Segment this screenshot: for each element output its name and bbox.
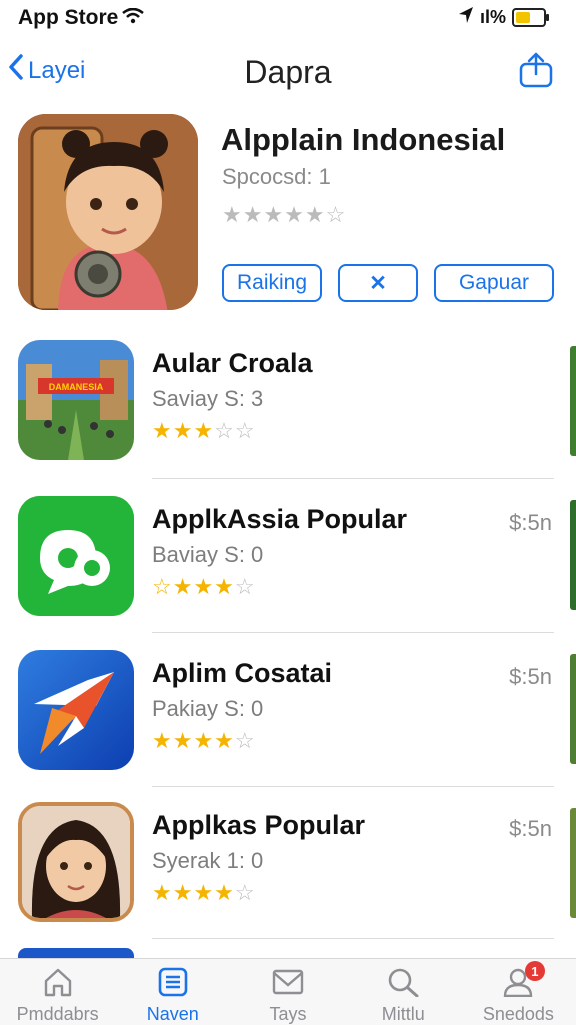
location-icon <box>458 6 474 29</box>
nav-bar: Layei Dapra <box>0 44 576 104</box>
edge-peek <box>570 346 576 456</box>
list-item[interactable]: Aplim Cosatai Pakiay S: 0 ★★★★☆ $:5n <box>18 650 576 780</box>
stars-filled: ★★★★ <box>152 728 235 753</box>
divider <box>152 938 554 939</box>
stars-empty: ☆☆ <box>214 418 256 443</box>
tab-label: Tays <box>269 1004 307 1024</box>
divider <box>152 632 554 633</box>
app-icon-green-chat <box>18 496 134 616</box>
app-meta: Pakiay S: 0 <box>152 696 264 721</box>
stars-empty: ☆ <box>234 574 256 599</box>
app-name: Aular Croala <box>152 348 313 378</box>
list-item[interactable]: DAMANESIA Aular Croala Saviay S: 3 ★★★☆☆ <box>18 340 576 470</box>
wifi-icon <box>122 7 144 29</box>
tab-tays[interactable]: Tays <box>230 959 345 1025</box>
app-icon-festival: DAMANESIA <box>18 340 134 460</box>
list-item[interactable]: ApplkAssia Popular Baviay S: 0 ☆★★★☆ $:5… <box>18 496 576 626</box>
app-icon-portrait <box>18 802 134 922</box>
festival-banner-text: DAMANESIA <box>49 382 104 392</box>
app-rating-stars: ★★★★☆ <box>152 728 256 754</box>
app-price[interactable]: $:5n <box>509 510 552 536</box>
featured-rating-stars: ★★★★★☆ <box>222 202 347 227</box>
tab-label: Mittlu <box>381 1004 425 1024</box>
stars-empty: ☆ <box>234 880 256 905</box>
app-price[interactable]: $:5n <box>509 664 552 690</box>
app-price[interactable]: $:5n <box>509 816 552 842</box>
page-title: Dapra <box>244 54 332 90</box>
app-icon-bird <box>18 650 134 770</box>
divider <box>152 786 554 787</box>
tab-home[interactable]: Pmddabrs <box>0 959 115 1025</box>
notification-badge: 1 <box>524 961 545 981</box>
gapuar-button[interactable]: Gapuar <box>434 264 554 302</box>
signal-battery-text: ıl% <box>479 7 506 27</box>
tab-label: Pmddabrs <box>16 1004 99 1024</box>
tab-label: Snedods <box>482 1004 554 1024</box>
app-rating-stars: ☆★★★☆ <box>152 574 256 600</box>
tab-naven[interactable]: Naven <box>115 959 230 1025</box>
app-rating-stars: ★★★☆☆ <box>152 418 256 444</box>
close-x-button[interactable]: ✕ <box>338 264 418 302</box>
divider <box>152 478 554 479</box>
status-bar: App Store ıl% <box>0 0 576 36</box>
share-icon[interactable] <box>518 52 554 93</box>
app-name: Aplim Cosatai <box>152 658 333 688</box>
edge-peek <box>570 654 576 764</box>
stars-filled: ☆★★★ <box>152 574 235 599</box>
app-meta: Baviay S: 0 <box>152 542 264 567</box>
document-icon <box>157 959 189 1002</box>
app-name: Applkas Popular <box>152 810 366 840</box>
carrier-label: App Store <box>18 6 119 29</box>
edge-peek <box>570 808 576 918</box>
stars-filled: ★★★ <box>152 418 215 443</box>
list-item[interactable]: Applkas Popular Syerak 1: 0 ★★★★☆ $:5n <box>18 802 576 932</box>
tab-snedods[interactable]: 1 Snedods <box>461 959 576 1025</box>
ranking-button[interactable]: Raiking <box>222 264 322 302</box>
featured-app-title: Alpplain Indonesial <box>221 122 506 157</box>
search-icon <box>387 959 419 1002</box>
app-meta: Saviay S: 3 <box>152 386 264 411</box>
featured-app: Alpplain Indonesial Spcocsd: 1 ★★★★★☆ Ra… <box>18 114 558 314</box>
battery-icon <box>512 8 549 27</box>
app-meta: Syerak 1: 0 <box>152 848 264 873</box>
app-rating-stars: ★★★★☆ <box>152 880 256 906</box>
tab-mittlu[interactable]: Mittlu <box>346 959 461 1025</box>
next-app-icon-peek <box>18 948 134 958</box>
app-name: ApplkAssia Popular <box>152 504 408 534</box>
stars-filled: ★★★★ <box>152 880 235 905</box>
home-icon <box>42 959 74 1002</box>
mail-icon <box>271 959 305 1002</box>
stars-empty: ☆ <box>234 728 256 753</box>
featured-app-subtitle: Spcocsd: 1 <box>222 164 331 189</box>
featured-app-icon[interactable] <box>18 114 198 310</box>
tab-bar: Pmddabrs Naven Tays Mittlu 1 Snedods <box>0 958 576 1025</box>
edge-peek <box>570 500 576 610</box>
tab-label: Naven <box>146 1004 199 1024</box>
